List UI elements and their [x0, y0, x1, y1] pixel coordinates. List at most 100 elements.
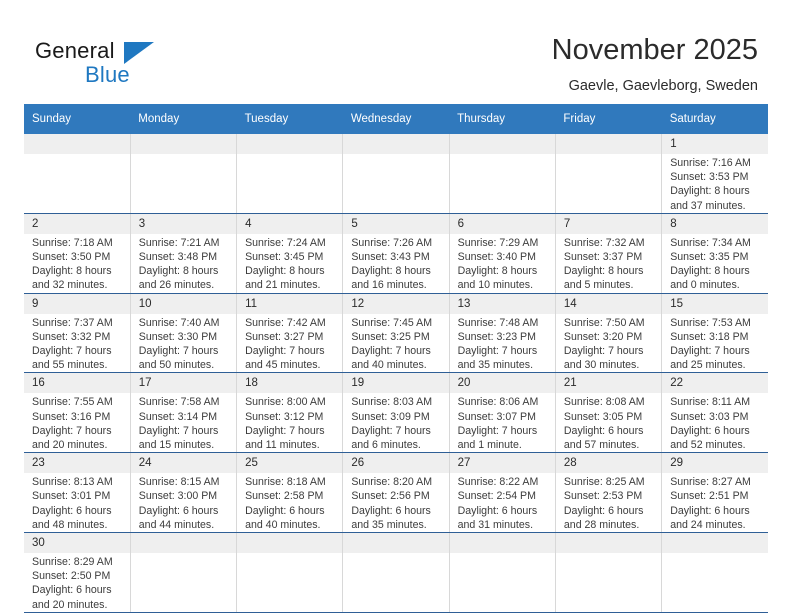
calendar-day-cell[interactable]: 2 Sunrise: 7:18 AM Sunset: 3:50 PM Daylight…	[24, 213, 131, 294]
day-number: 29	[662, 453, 768, 474]
calendar-body: 1 Sunrise: 7:16 AM Sunset: 3:53 PM Daylight…	[24, 134, 768, 613]
sun-info-line: Sunrise: 8:15 AM	[138, 476, 220, 489]
day-number: 3	[130, 213, 237, 234]
sun-info-line: Sunset: 3:01 PM	[32, 490, 111, 503]
calendar-day-cell[interactable]: 20 Sunrise: 8:06 AM Sunset: 3:07 PM Dayligh…	[448, 372, 556, 454]
weekday-header-tuesday: Tuesday	[236, 104, 343, 134]
calendar-day-cell[interactable]: 22 Sunrise: 8:11 AM Sunset: 3:03 PM Dayligh…	[661, 372, 768, 454]
sun-info-line: Daylight: 7 hours	[563, 345, 644, 358]
day-number	[449, 134, 555, 154]
calendar-day-cell[interactable]: 16 Sunrise: 7:55 AM Sunset: 3:16 PM Dayligh…	[24, 372, 131, 454]
sun-info-line: Daylight: 7 hours	[245, 424, 325, 437]
sun-info-line: Daylight: 7 hours	[138, 345, 219, 358]
sun-info-line: Daylight: 7 hours	[138, 424, 219, 437]
sun-info-line: Sunset: 3:05 PM	[563, 410, 643, 423]
day-number: 15	[662, 293, 768, 314]
sun-info-line: Daylight: 7 hours	[351, 424, 431, 437]
generalblue-logo[interactable]: General Blue	[35, 38, 235, 90]
sun-info-line: Sunrise: 7:48 AM	[457, 316, 539, 329]
sun-info-line: and 15 minutes.	[138, 439, 215, 452]
sun-info-line: Sunrise: 7:21 AM	[138, 236, 220, 249]
calendar-day-cell[interactable]: 18 Sunrise: 8:00 AM Sunset: 3:12 PM Dayligh…	[236, 372, 344, 454]
sun-info-line: Sunrise: 7:40 AM	[138, 316, 220, 329]
day-number	[130, 533, 237, 554]
calendar-day-cell[interactable]: 26 Sunrise: 8:20 AM Sunset: 2:56 PM Dayligh…	[342, 452, 450, 534]
calendar-day-cell[interactable]: 7 Sunrise: 7:32 AM Sunset: 3:37 PM Daylight…	[554, 213, 663, 294]
calendar-day-cell[interactable]: 10 Sunrise: 7:40 AM Sunset: 3:30 PM Dayligh…	[129, 293, 238, 374]
calendar-week-row: 30 Sunrise: 8:29 AM Sunset: 2:50 PM Dayligh…	[24, 532, 768, 613]
calendar-day-cell[interactable]: 1 Sunrise: 7:16 AM Sunset: 3:53 PM Daylight…	[661, 134, 768, 214]
sun-info-line: Sunset: 3:25 PM	[351, 330, 430, 343]
sun-info-line: Sunrise: 7:45 AM	[351, 316, 433, 329]
sun-info: Sunrise: 7:32 AM Sunset: 3:37 PM Daylight:…	[556, 234, 661, 293]
sun-info-line: and 28 minutes.	[563, 518, 640, 531]
calendar-day-cell[interactable]: 24 Sunrise: 8:15 AM Sunset: 3:00 PM Dayligh…	[129, 452, 238, 534]
sun-info-line: Sunset: 3:35 PM	[670, 251, 749, 264]
sun-info-line: Daylight: 6 hours	[563, 424, 644, 437]
sun-info-line: and 20 minutes.	[32, 439, 108, 452]
calendar-day-cell[interactable]: 25 Sunrise: 8:18 AM Sunset: 2:58 PM Dayligh…	[236, 452, 344, 534]
sun-info-line: Sunrise: 7:34 AM	[670, 236, 751, 249]
sun-info-line: and 16 minutes.	[351, 279, 427, 292]
sun-info: Sunrise: 7:37 AM Sunset: 3:32 PM Daylight:…	[24, 314, 130, 373]
sun-info-line: Daylight: 8 hours	[32, 265, 112, 278]
sun-info-line: Daylight: 6 hours	[670, 424, 750, 437]
calendar-day-cell[interactable]: 9 Sunrise: 7:37 AM Sunset: 3:32 PM Daylight…	[24, 293, 131, 374]
calendar-empty-cell	[342, 134, 450, 214]
calendar-day-cell[interactable]: 21 Sunrise: 8:08 AM Sunset: 3:05 PM Dayligh…	[554, 372, 663, 454]
sun-info: Sunrise: 8:29 AM Sunset: 2:50 PM Daylight:…	[24, 553, 130, 612]
sun-info: Sunrise: 7:26 AM Sunset: 3:43 PM Daylight:…	[343, 234, 448, 293]
sun-info-line: and 5 minutes.	[563, 279, 634, 292]
weekday-header-monday: Monday	[130, 104, 237, 134]
day-number: 16	[24, 373, 130, 394]
day-number: 5	[343, 213, 449, 234]
calendar-day-cell[interactable]: 28 Sunrise: 8:25 AM Sunset: 2:53 PM Dayligh…	[554, 452, 663, 534]
sun-info-line: Daylight: 7 hours	[457, 345, 538, 358]
sun-info-line: Sunset: 3:40 PM	[457, 251, 536, 264]
calendar-day-cell[interactable]: 17 Sunrise: 7:58 AM Sunset: 3:14 PM Dayligh…	[129, 372, 238, 454]
sun-info: Sunrise: 7:21 AM Sunset: 3:48 PM Daylight:…	[131, 234, 236, 293]
calendar-empty-cell	[342, 532, 450, 613]
sun-info-line: Daylight: 7 hours	[351, 345, 431, 358]
sun-info: Sunrise: 7:42 AM Sunset: 3:27 PM Daylight:…	[237, 314, 342, 373]
sun-info: Sunrise: 8:25 AM Sunset: 2:53 PM Daylight:…	[556, 473, 661, 532]
day-number: 25	[237, 453, 343, 474]
sun-info-line: Daylight: 6 hours	[457, 504, 538, 517]
calendar-day-cell[interactable]: 14 Sunrise: 7:50 AM Sunset: 3:20 PM Dayligh…	[554, 293, 663, 374]
sun-info-line: Sunset: 3:18 PM	[670, 330, 749, 343]
calendar-day-cell[interactable]: 29 Sunrise: 8:27 AM Sunset: 2:51 PM Dayligh…	[661, 452, 768, 534]
sun-info-line: Sunrise: 8:22 AM	[457, 476, 539, 489]
sun-info: Sunrise: 7:40 AM Sunset: 3:30 PM Daylight:…	[131, 314, 236, 373]
sun-info-line: Sunset: 2:50 PM	[32, 570, 111, 583]
sun-info-line: and 35 minutes.	[351, 518, 427, 531]
sun-info-line: Daylight: 8 hours	[457, 265, 538, 278]
calendar-empty-cell	[554, 134, 663, 214]
calendar-day-cell[interactable]: 4 Sunrise: 7:24 AM Sunset: 3:45 PM Daylight…	[236, 213, 344, 294]
day-number	[343, 533, 449, 554]
calendar-day-cell[interactable]: 13 Sunrise: 7:48 AM Sunset: 3:23 PM Dayligh…	[448, 293, 556, 374]
calendar-day-cell[interactable]: 3 Sunrise: 7:21 AM Sunset: 3:48 PM Daylight…	[129, 213, 238, 294]
sun-info: Sunrise: 7:55 AM Sunset: 3:16 PM Daylight:…	[24, 393, 130, 452]
sun-info-line: Sunset: 3:45 PM	[245, 251, 324, 264]
sun-info-line: Sunrise: 7:18 AM	[32, 236, 113, 249]
sun-info-line: Daylight: 6 hours	[32, 504, 112, 517]
calendar-day-cell[interactable]: 15 Sunrise: 7:53 AM Sunset: 3:18 PM Dayligh…	[661, 293, 768, 374]
calendar-day-cell[interactable]: 12 Sunrise: 7:45 AM Sunset: 3:25 PM Dayligh…	[342, 293, 450, 374]
calendar-day-cell[interactable]: 19 Sunrise: 8:03 AM Sunset: 3:09 PM Dayligh…	[342, 372, 450, 454]
sun-info-line: Sunrise: 7:32 AM	[563, 236, 645, 249]
sun-info-line: Daylight: 8 hours	[670, 265, 750, 278]
calendar-day-cell[interactable]: 11 Sunrise: 7:42 AM Sunset: 3:27 PM Dayligh…	[236, 293, 344, 374]
calendar-day-cell[interactable]: 23 Sunrise: 8:13 AM Sunset: 3:01 PM Dayligh…	[24, 452, 131, 534]
calendar-day-cell[interactable]: 27 Sunrise: 8:22 AM Sunset: 2:54 PM Dayligh…	[448, 452, 556, 534]
sun-info-line: and 57 minutes.	[563, 439, 640, 452]
sun-info-line: Daylight: 7 hours	[245, 345, 325, 358]
calendar-day-cell[interactable]: 30 Sunrise: 8:29 AM Sunset: 2:50 PM Dayligh…	[24, 532, 131, 613]
sun-info-line: and 31 minutes.	[457, 518, 534, 531]
calendar-day-cell[interactable]: 6 Sunrise: 7:29 AM Sunset: 3:40 PM Daylight…	[448, 213, 556, 294]
sun-info: Sunrise: 8:15 AM Sunset: 3:00 PM Daylight:…	[131, 473, 236, 532]
sun-info-line: and 55 minutes.	[32, 359, 108, 372]
calendar-day-cell[interactable]: 8 Sunrise: 7:34 AM Sunset: 3:35 PM Daylight…	[661, 213, 768, 294]
calendar-day-cell[interactable]: 5 Sunrise: 7:26 AM Sunset: 3:43 PM Daylight…	[342, 213, 450, 294]
logo-text-blue: Blue	[85, 62, 130, 87]
sun-info-line: and 6 minutes.	[351, 439, 421, 452]
